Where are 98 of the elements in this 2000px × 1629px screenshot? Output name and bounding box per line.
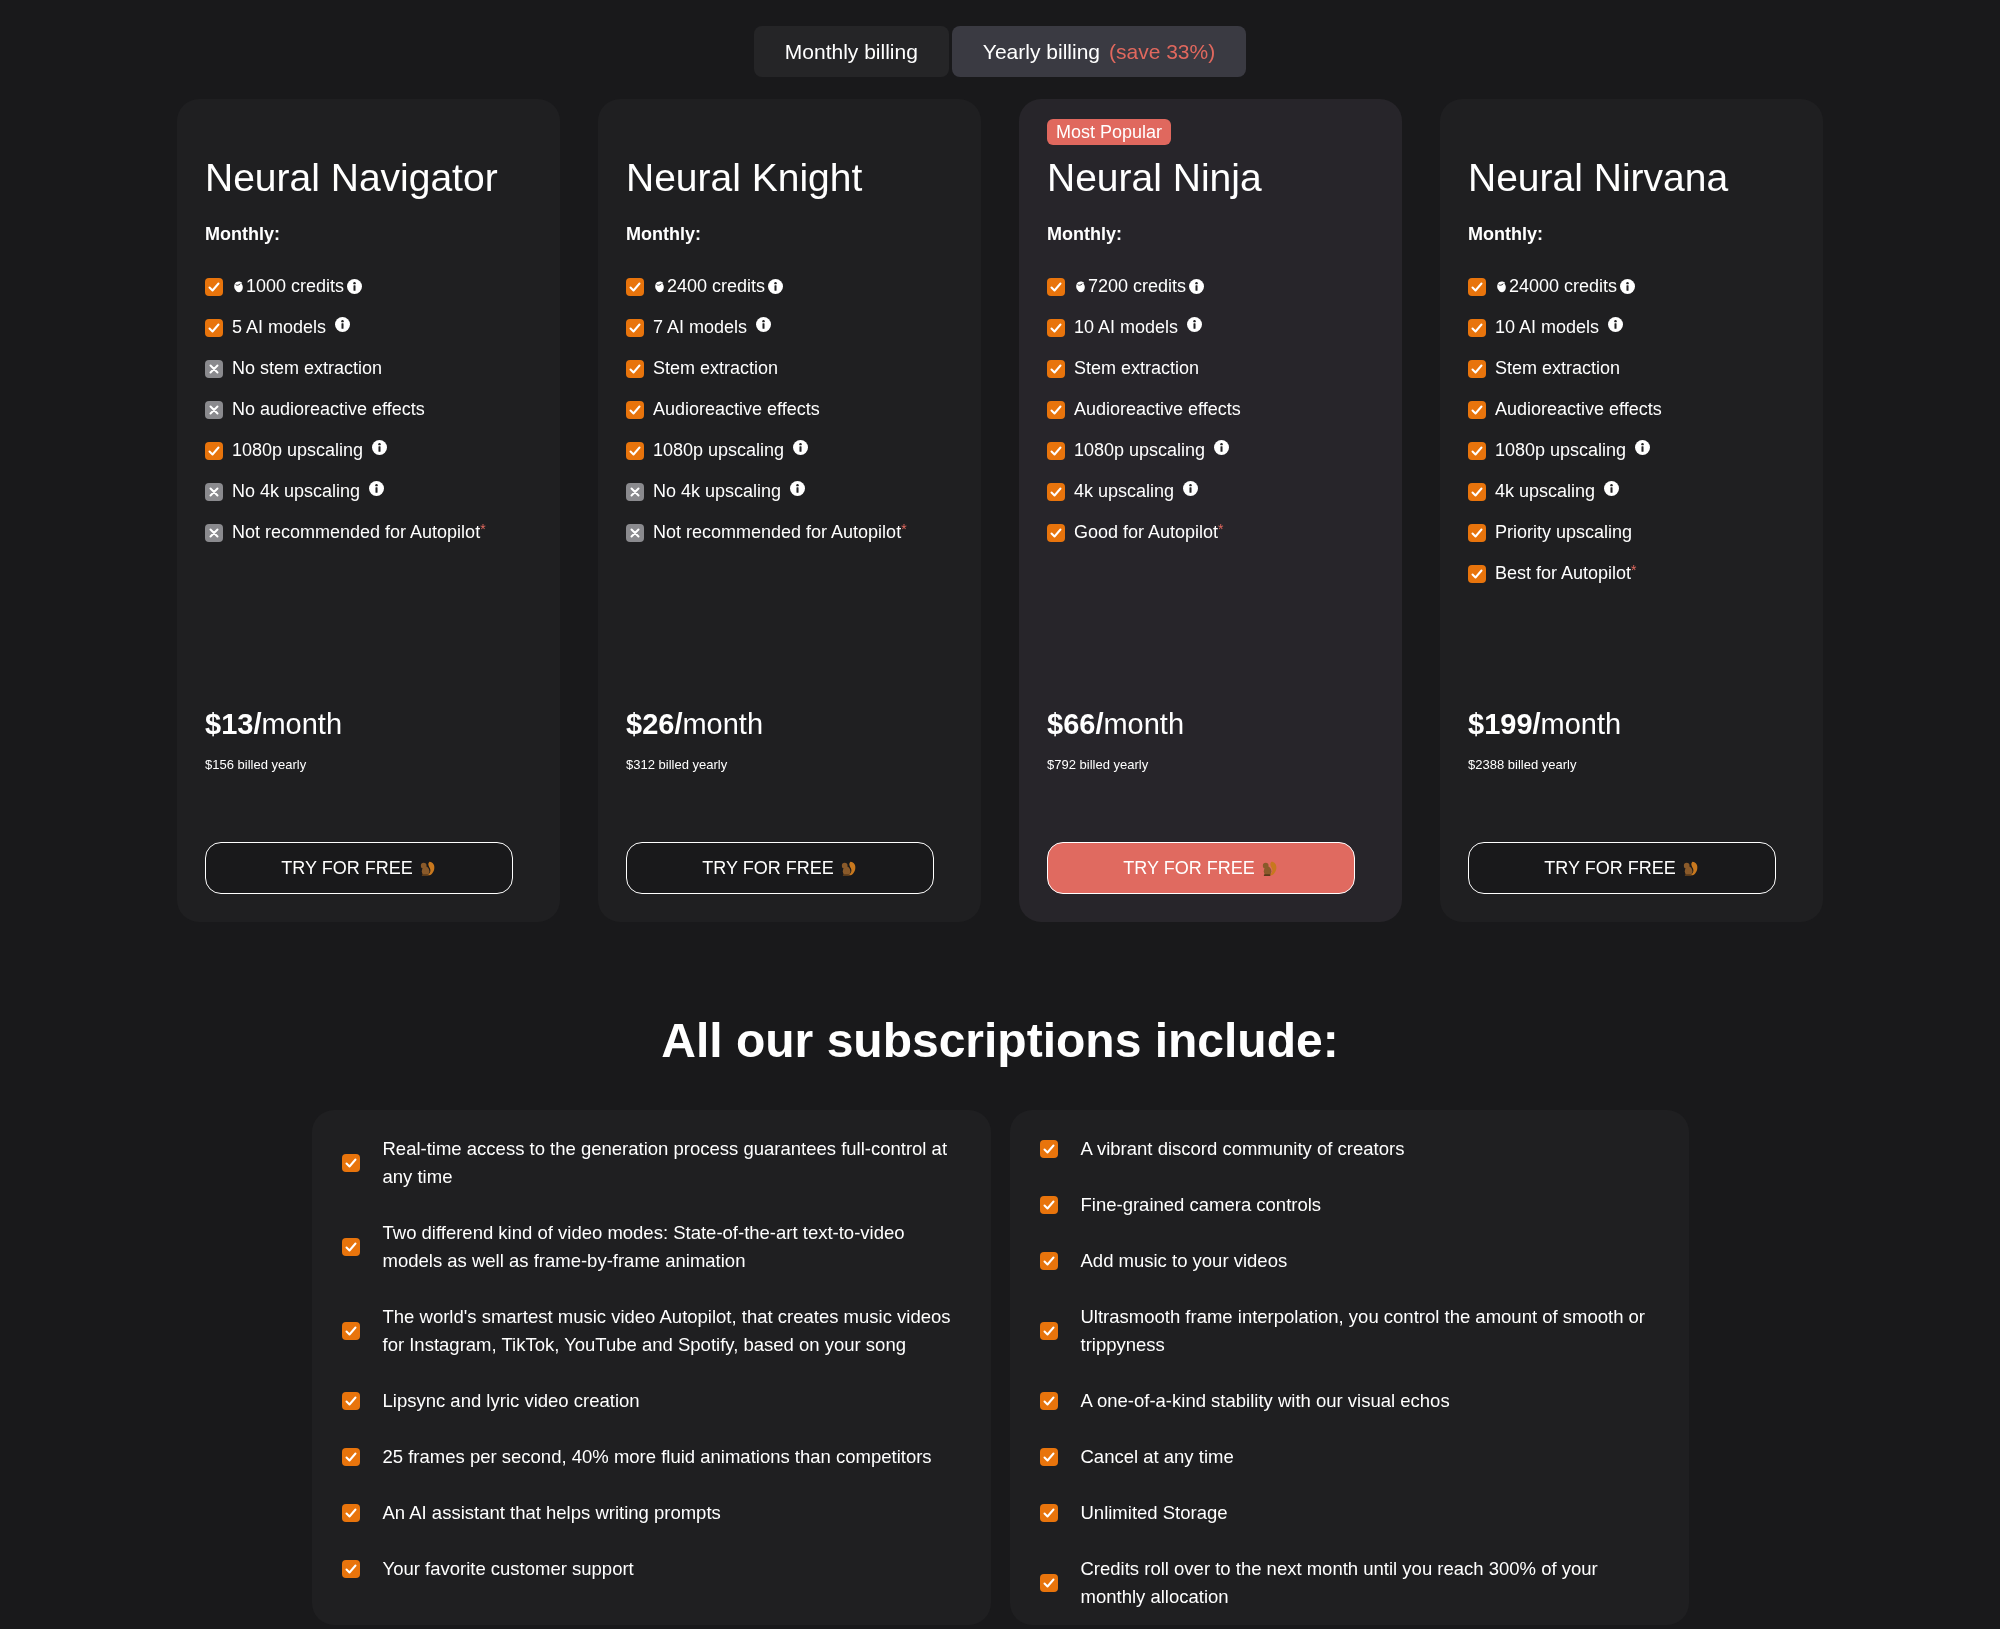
feature-text: Good for Autopilot* (1074, 520, 1224, 544)
info-icon[interactable] (1183, 481, 1199, 496)
price: $66/month (1047, 709, 1186, 739)
feature-text: Real-time access to the generation process guarantees full-control at any time (382, 1137, 949, 1189)
period-label: Monthly: (626, 223, 702, 246)
price: $199/month (1468, 709, 1623, 739)
feature-text: No 4k upscaling (232, 480, 361, 503)
feature-text: Two differend kind of video modes: State-of-the-art text-to-video models as well as frame-by-frame animation (382, 1221, 906, 1273)
check-icon (1039, 1140, 1058, 1158)
info-icon[interactable] (372, 440, 388, 455)
check-icon (341, 1392, 360, 1410)
feature-text: No stem extraction (232, 357, 383, 380)
info-icon[interactable] (1620, 279, 1636, 294)
try-free-button[interactable]: TRY FOR FREE (1468, 842, 1776, 894)
feature-text: The world's smartest music video Autopilot, that creates music videos for Instagram, TikTok, YouTube and Spotify, based on your song (382, 1305, 952, 1357)
check-icon (1039, 1504, 1058, 1522)
feature-text: 10 AI models (1495, 316, 1600, 339)
feature-text: Cancel at any time (1080, 1445, 1234, 1469)
info-icon[interactable] (347, 279, 363, 294)
info-icon[interactable] (1214, 440, 1230, 455)
billing-tab[interactable]: Monthly billing (753, 26, 949, 77)
feature-text: Lipsync and lyric video creation (382, 1389, 640, 1413)
billing-note: $312 billed yearly (626, 755, 729, 774)
feature-text: 1080p upscaling (232, 439, 364, 462)
feature-text: Your favorite customer support (382, 1557, 634, 1581)
info-icon[interactable] (790, 481, 806, 496)
feature-text: Audioreactive effects (653, 398, 820, 421)
plan-name: Neural Navigator (205, 158, 499, 197)
feature-text: 4k upscaling (1074, 480, 1175, 503)
check-icon (341, 1154, 360, 1172)
feature-text: Ultrasmooth frame interpolation, you control the amount of smooth or trippyness (1080, 1305, 1647, 1357)
feature-text: 25 frames per second, 40% more fluid animations than competitors (382, 1445, 932, 1469)
period-label: Monthly: (1047, 223, 1123, 246)
feature-text: No audioreactive effects (232, 398, 425, 421)
feature-text: 2400 credits (667, 275, 766, 298)
info-icon[interactable] (756, 317, 772, 332)
feature-text: 1080p upscaling (1495, 439, 1627, 462)
check-icon (341, 1322, 360, 1340)
info-icon[interactable] (1604, 481, 1620, 496)
feature-text: Fine-grained camera controls (1080, 1193, 1322, 1217)
info-icon[interactable] (1608, 317, 1624, 332)
feature-text: 5 AI models (232, 316, 327, 339)
info-icon[interactable] (1635, 440, 1651, 455)
billing-note: $2388 billed yearly (1468, 755, 1578, 774)
feature-text: Audioreactive effects (1495, 398, 1662, 421)
feature-text: Priority upscaling (1495, 521, 1633, 544)
section-heading: All our subscriptions include: (661, 1017, 1339, 1065)
feature-text: 1000 credits (246, 275, 345, 298)
billing-tab[interactable]: Yearly billing (save 33%) (951, 26, 1247, 77)
plan-name: Neural Nirvana (1468, 158, 1730, 197)
feature-text: 7200 credits (1088, 275, 1187, 298)
price: $13/month (205, 709, 344, 739)
feature-text: No 4k upscaling (653, 480, 782, 503)
billing-note: $156 billed yearly (205, 755, 308, 774)
info-icon[interactable] (335, 317, 351, 332)
feature-text: 7 AI models (653, 316, 748, 339)
feature-text: Not recommended for Autopilot* (232, 520, 486, 544)
info-icon[interactable] (768, 279, 784, 294)
period-label: Monthly: (1468, 223, 1544, 246)
popular-badge: Most Popular (1047, 119, 1172, 145)
feature-text: Not recommended for Autopilot* (653, 520, 907, 544)
feature-text: A vibrant discord community of creators (1080, 1137, 1405, 1161)
feature-text: 1080p upscaling (653, 439, 785, 462)
check-icon (1039, 1574, 1058, 1592)
period-label: Monthly: (205, 223, 281, 246)
feature-text: A one-of-a-kind stability with our visual echos (1080, 1389, 1450, 1413)
feature-text: Best for Autopilot* (1495, 561, 1637, 585)
feature-text: Add music to your videos (1080, 1249, 1288, 1273)
check-icon (1039, 1448, 1058, 1466)
feature-text: Audioreactive effects (1074, 398, 1241, 421)
feature-text: Stem extraction (1074, 357, 1200, 380)
feature-text: Unlimited Storage (1080, 1501, 1228, 1525)
try-free-button[interactable]: TRY FOR FREE (626, 842, 934, 894)
feature-text: 10 AI models (1074, 316, 1179, 339)
check-icon (341, 1448, 360, 1466)
feature-text: 24000 credits (1509, 275, 1618, 298)
billing-note: $792 billed yearly (1047, 755, 1150, 774)
feature-text: 4k upscaling (1495, 480, 1596, 503)
feature-text: Stem extraction (653, 357, 779, 380)
feature-text: An AI assistant that helps writing prompts (382, 1501, 721, 1525)
check-icon (1039, 1196, 1058, 1214)
info-icon[interactable] (369, 481, 385, 496)
try-free-button[interactable]: TRY FOR FREE (205, 842, 513, 894)
check-icon (341, 1238, 360, 1256)
info-icon[interactable] (1187, 317, 1203, 332)
check-icon (1039, 1322, 1058, 1340)
check-icon (341, 1504, 360, 1522)
check-icon (341, 1560, 360, 1578)
feature-text: Stem extraction (1495, 357, 1621, 380)
check-icon (1039, 1392, 1058, 1410)
info-icon[interactable] (793, 440, 809, 455)
plan-name: Neural Knight (626, 158, 864, 197)
feature-text: Credits roll over to the next month until you reach 300% of your monthly allocation (1080, 1557, 1599, 1609)
info-icon[interactable] (1189, 279, 1205, 294)
feature-text: 1080p upscaling (1074, 439, 1206, 462)
check-icon (1039, 1252, 1058, 1270)
plan-name: Neural Ninja (1047, 158, 1263, 197)
price: $26/month (626, 709, 765, 739)
